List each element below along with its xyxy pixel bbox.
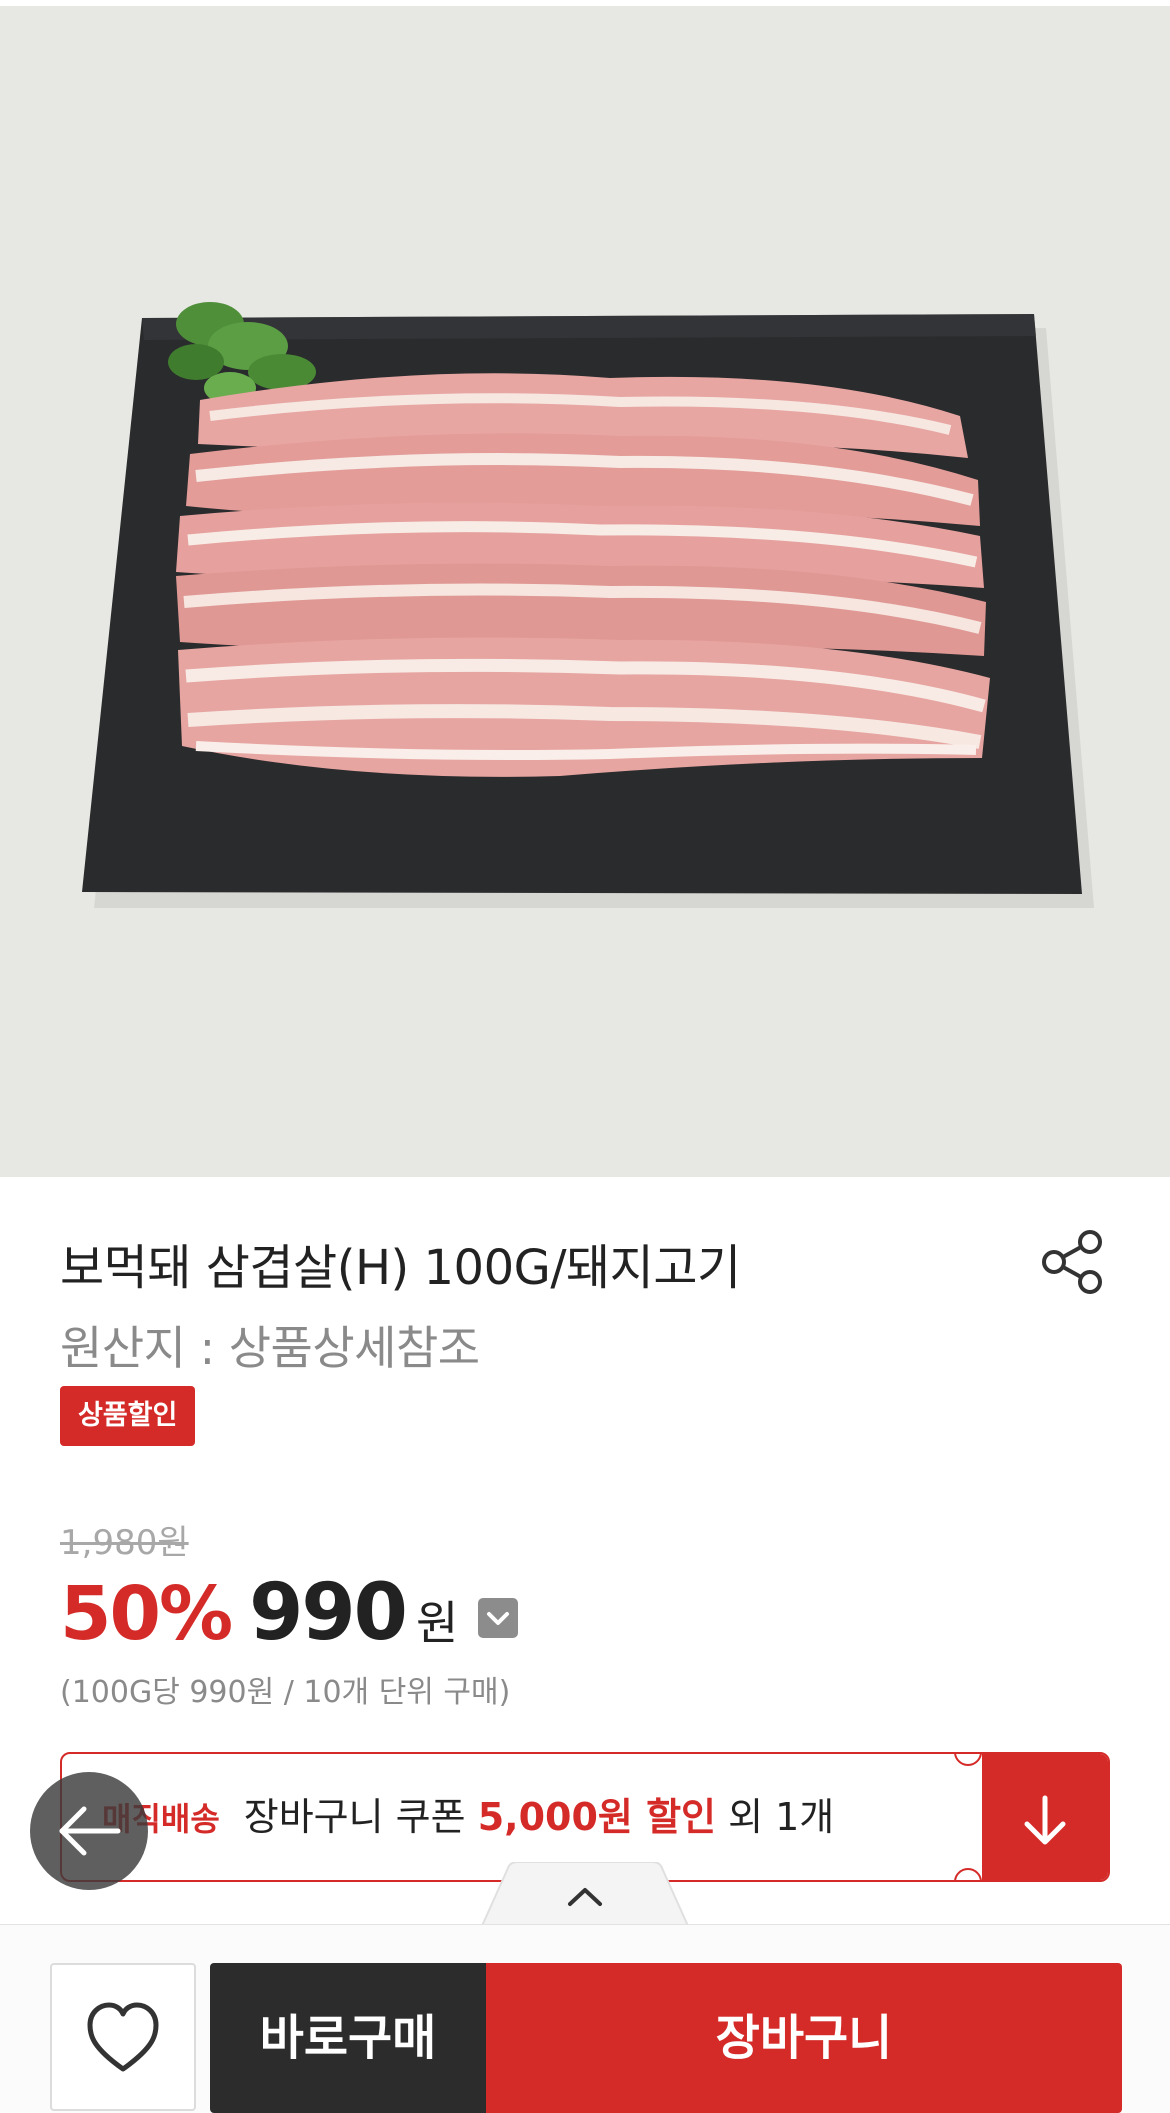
discount-badge: 상품할인: [60, 1386, 196, 1446]
buy-now-button[interactable]: 바로구매: [210, 1963, 486, 2113]
bottom-action-bar: 바로구매 장바구니: [0, 1924, 1170, 2113]
discount-rate: 50%: [60, 1571, 233, 1657]
coupon-amount: 5,000원 할인: [477, 1795, 716, 1839]
pork-belly-image: [0, 6, 1170, 1177]
coupon-suffix: 외 1개: [716, 1795, 835, 1839]
back-button[interactable]: [30, 1772, 148, 1890]
original-price: 1,980원: [60, 1523, 189, 1563]
add-to-cart-button[interactable]: 장바구니: [486, 1963, 1122, 2113]
price-row: 50% 990 원: [60, 1568, 519, 1660]
share-icon[interactable]: [1036, 1226, 1108, 1298]
coupon-notch: [954, 1754, 982, 1766]
unit-price-note: (100G당 990원 / 10개 단위 구매): [60, 1675, 511, 1710]
arrow-left-icon: [59, 1806, 121, 1856]
sale-price: 990: [249, 1568, 408, 1658]
wishlist-button[interactable]: [50, 1963, 196, 2111]
drawer-handle[interactable]: [482, 1862, 688, 1926]
heart-icon: [87, 2002, 159, 2072]
product-title: 보먹돼 삼겹살(H) 100G/돼지고기: [60, 1240, 741, 1296]
origin-text: 원산지 : 상품상세참조: [60, 1321, 480, 1375]
pork-slices: [176, 373, 990, 777]
product-image: [0, 6, 1170, 1177]
coupon-expand-button[interactable]: [982, 1754, 1108, 1880]
currency-label: 원: [415, 1596, 459, 1650]
coupon-notch: [954, 1868, 982, 1880]
chevron-down-icon[interactable]: [478, 1598, 519, 1638]
arrow-down-icon: [1024, 1795, 1066, 1845]
coupon-text: 매직배송 장바구니 쿠폰 5,000원 할인 외 1개: [62, 1754, 834, 1880]
product-detail-page: 보먹돼 삼겹살(H) 100G/돼지고기 원산지 : 상품상세참조 상품할인 1…: [0, 0, 1170, 2113]
coupon-prefix: 장바구니 쿠폰: [243, 1795, 478, 1839]
